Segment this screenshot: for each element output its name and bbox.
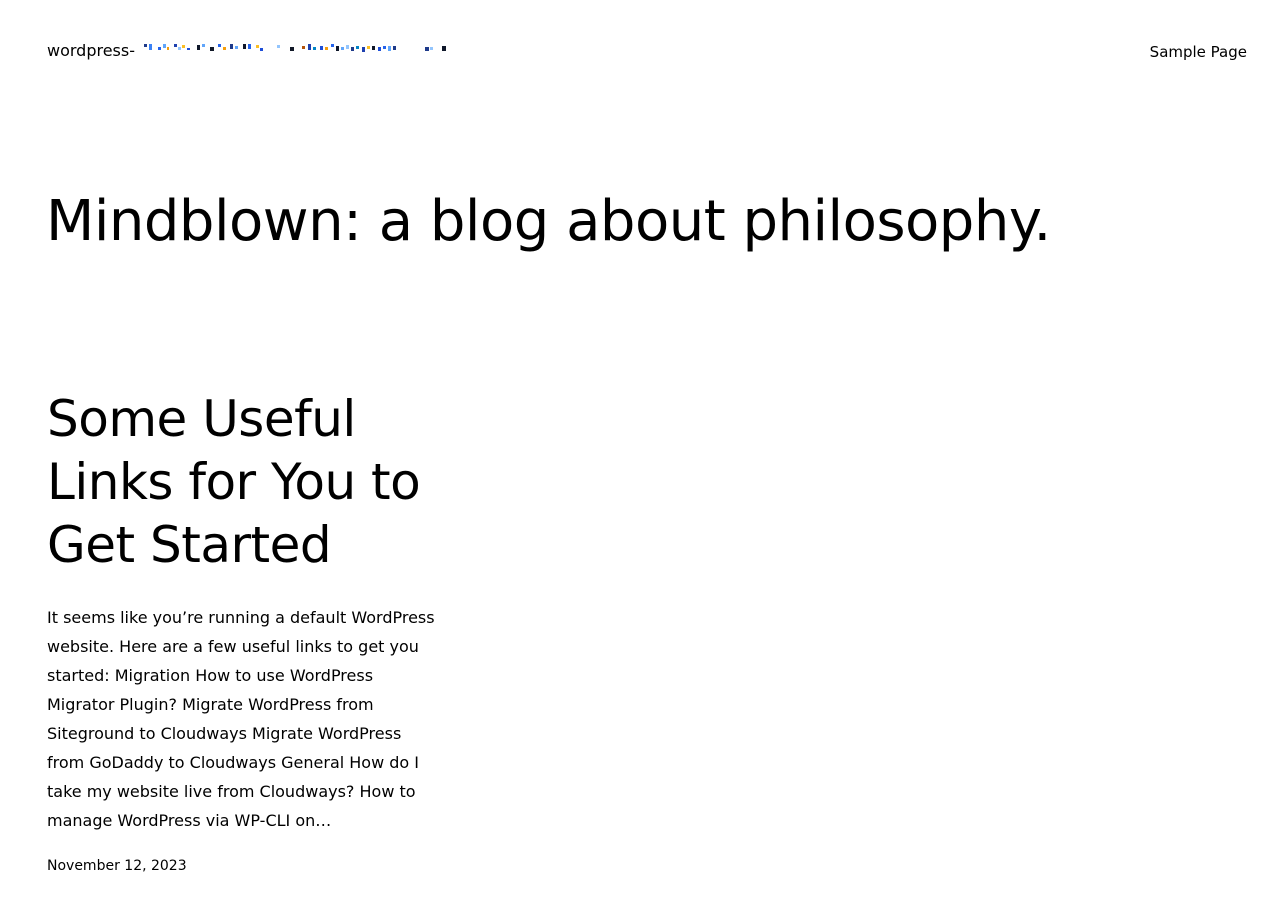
post-excerpt: It seems like you’re running a default W… <box>47 608 435 830</box>
blog-heading: Mindblown: a blog about philosophy. <box>46 189 1051 254</box>
site-title-prefix: wordpress- <box>47 41 135 60</box>
post-date[interactable]: November 12, 2023 <box>47 855 187 877</box>
nav-link-sample-page[interactable]: Sample Page <box>1150 41 1247 63</box>
post-card: Some Useful Links for You to Get Started… <box>47 388 447 877</box>
post-title[interactable]: Some Useful Links for You to Get Started <box>47 388 427 577</box>
site-header: wordpress- Sample Page <box>0 0 1261 100</box>
site-title-link[interactable]: wordpress- <box>47 39 450 63</box>
redacted-site-name <box>144 43 446 52</box>
